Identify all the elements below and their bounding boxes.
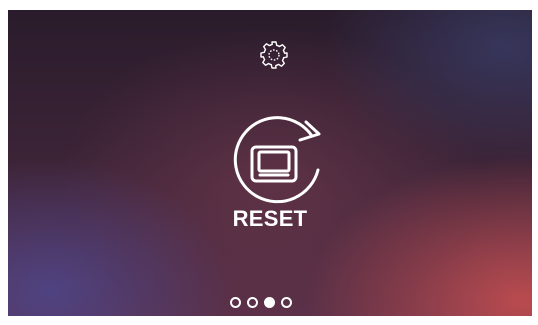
page-dot-4[interactable]: [281, 296, 292, 308]
reset-device-icon: [233, 116, 321, 204]
page-dot-2[interactable]: [247, 296, 258, 308]
page-dot-1[interactable]: [230, 296, 241, 308]
reset-screen: RESET: [8, 10, 532, 316]
reset-label[interactable]: RESET: [8, 206, 532, 232]
gear-icon[interactable]: [259, 40, 289, 70]
page-indicator: [230, 294, 316, 310]
device-frame: RESET: [0, 0, 538, 325]
page-dot-3-active[interactable]: [264, 296, 275, 308]
